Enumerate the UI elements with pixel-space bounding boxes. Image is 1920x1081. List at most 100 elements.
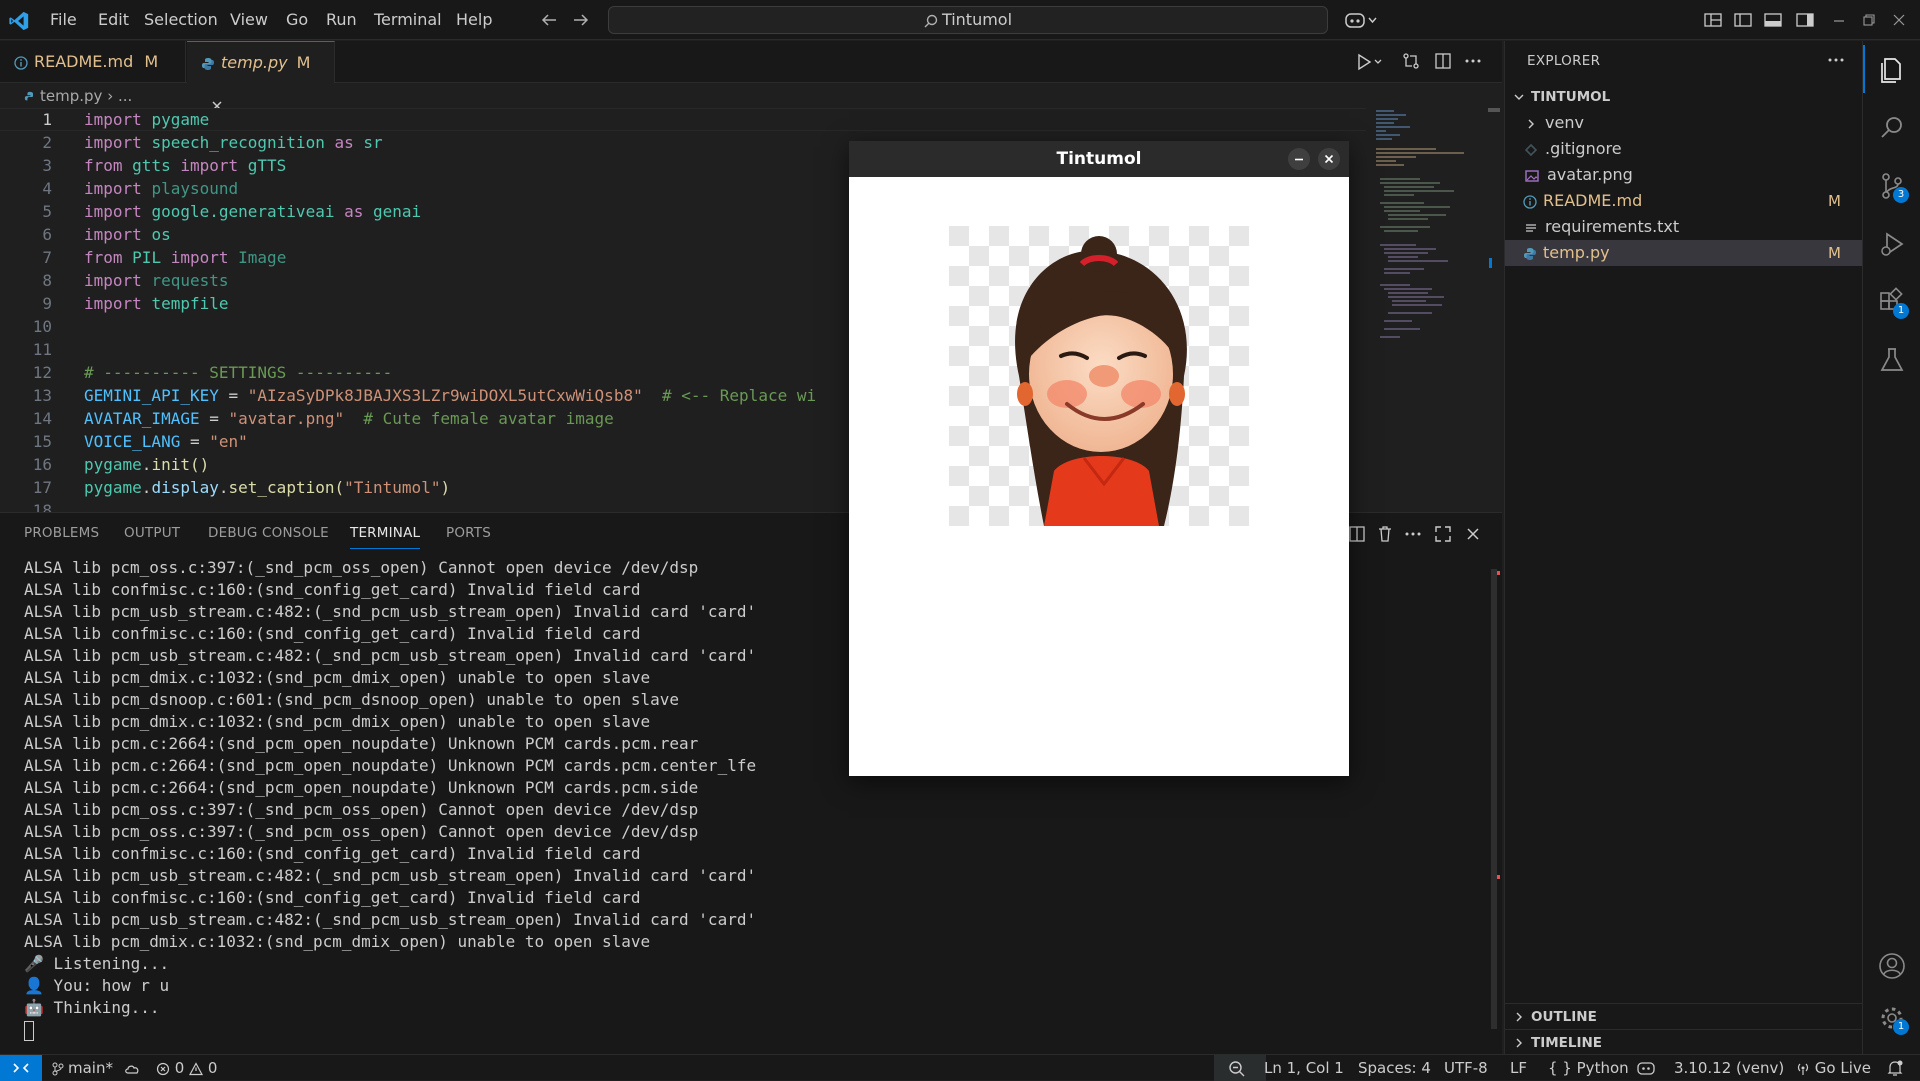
- braces-icon: { }: [1548, 1059, 1572, 1077]
- terminal-scrollbar[interactable]: [1488, 569, 1500, 1047]
- sync-cloud-icon[interactable]: [124, 1062, 140, 1076]
- tab-ports[interactable]: PORTS: [446, 525, 491, 549]
- nav-back-icon[interactable]: [540, 12, 558, 28]
- language-mode[interactable]: { } Python: [1548, 1055, 1629, 1081]
- window-restore-icon[interactable]: [1862, 12, 1876, 28]
- tree-item-readme[interactable]: README.md M: [1505, 188, 1863, 214]
- nav-forward-icon[interactable]: [572, 12, 590, 28]
- problems-indicator[interactable]: 0 0: [156, 1055, 217, 1081]
- status-bar: main* 0 0 Ln 1, Col 1 Spaces: 4 UTF-8 LF…: [0, 1054, 1920, 1081]
- code-line: AVATAR_IMAGE = "avatar.png" # Cute femal…: [84, 409, 614, 428]
- more-actions-icon[interactable]: [1827, 51, 1845, 69]
- open-changes-icon[interactable]: [1402, 52, 1420, 70]
- toggle-primary-sidebar-icon[interactable]: [1734, 12, 1752, 28]
- window-minimize-icon[interactable]: [1832, 12, 1846, 28]
- account-icon[interactable]: [1877, 951, 1907, 981]
- menu-help[interactable]: Help: [448, 0, 500, 40]
- search-icon[interactable]: [1877, 113, 1907, 143]
- notifications-bell-icon[interactable]: [1886, 1055, 1904, 1081]
- python-interpreter[interactable]: 3.10.12 (venv): [1674, 1055, 1784, 1081]
- menu-file[interactable]: File: [42, 0, 85, 40]
- cursor-position[interactable]: Ln 1, Col 1: [1264, 1055, 1344, 1081]
- remote-indicator[interactable]: [0, 1055, 42, 1081]
- tab-output[interactable]: OUTPUT: [124, 525, 180, 549]
- python-file-icon: [1523, 247, 1537, 261]
- window-close-icon[interactable]: [1892, 12, 1906, 28]
- split-terminal-icon[interactable]: [1348, 525, 1366, 543]
- manage-gear-icon[interactable]: 1: [1877, 1003, 1909, 1035]
- extensions-icon[interactable]: 1: [1877, 287, 1909, 319]
- tab-label: temp.py: [221, 53, 288, 72]
- code-line: from gtts import gTTS: [84, 156, 287, 175]
- pygame-window[interactable]: Tintumol: [849, 141, 1349, 776]
- outline-section[interactable]: OUTLINE: [1505, 1003, 1863, 1029]
- menu-run[interactable]: Run: [318, 0, 365, 40]
- tree-item-avatar[interactable]: avatar.png: [1505, 162, 1863, 188]
- breadcrumb-symbols[interactable]: ...: [118, 87, 132, 105]
- copilot-status-icon[interactable]: [1636, 1055, 1656, 1081]
- source-control-badge: 3: [1893, 187, 1909, 203]
- more-actions-icon[interactable]: [1464, 52, 1482, 70]
- run-python-icon[interactable]: [1356, 53, 1384, 71]
- run-debug-icon[interactable]: [1877, 229, 1907, 259]
- toggle-panel-icon[interactable]: [1764, 12, 1782, 28]
- menu-terminal[interactable]: Terminal: [366, 0, 450, 40]
- menu-view[interactable]: View: [222, 0, 276, 40]
- branch-name: main*: [68, 1059, 113, 1077]
- tab-label: README.md: [34, 52, 134, 71]
- go-live-button[interactable]: Go Live: [1796, 1055, 1871, 1081]
- split-editor-icon[interactable]: [1434, 52, 1452, 70]
- command-center-label: Tintumol: [941, 10, 1013, 29]
- toggle-secondary-sidebar-icon[interactable]: [1796, 12, 1814, 28]
- terminal-line: ALSA lib pcm_usb_stream.c:482:(_snd_pcm_…: [24, 866, 757, 885]
- menu-go[interactable]: Go: [278, 0, 316, 40]
- zoom-indicator[interactable]: [1214, 1055, 1266, 1081]
- pygame-window-titlebar[interactable]: Tintumol: [849, 141, 1349, 177]
- encoding[interactable]: UTF-8: [1444, 1055, 1488, 1081]
- menu-selection[interactable]: Selection: [136, 0, 226, 40]
- code-line: import requests: [84, 271, 229, 290]
- branch-indicator[interactable]: main*: [52, 1055, 140, 1081]
- tab-temp-py[interactable]: temp.py M: [187, 41, 335, 111]
- tree-item-label: requirements.txt: [1545, 217, 1680, 236]
- more-actions-icon[interactable]: [1404, 525, 1422, 543]
- copilot-icon[interactable]: [1344, 10, 1380, 30]
- end-of-line[interactable]: LF: [1510, 1055, 1527, 1081]
- line-number: 3: [42, 156, 52, 175]
- tab-terminal[interactable]: TERMINAL: [350, 525, 421, 549]
- tree-item-venv[interactable]: venv: [1505, 110, 1863, 136]
- line-number: 13: [32, 386, 52, 405]
- tree-item-label: .gitignore: [1545, 139, 1622, 158]
- folder-root[interactable]: TINTUMOL: [1505, 84, 1863, 110]
- command-center[interactable]: Tintumol: [608, 6, 1328, 34]
- source-control-icon[interactable]: 3: [1877, 171, 1909, 203]
- testing-flask-icon[interactable]: [1877, 345, 1907, 375]
- terminal-line: ALSA lib pcm_usb_stream.c:482:(_snd_pcm_…: [24, 602, 757, 621]
- git-branch-icon: [52, 1062, 64, 1076]
- tree-item-gitignore[interactable]: .gitignore: [1505, 136, 1863, 162]
- close-panel-icon[interactable]: [1464, 525, 1482, 543]
- tab-readme[interactable]: README.md M: [0, 41, 186, 83]
- code-line: import os: [84, 225, 171, 244]
- trash-icon[interactable]: [1376, 525, 1394, 543]
- explorer-icon[interactable]: [1877, 55, 1907, 85]
- timeline-section[interactable]: TIMELINE: [1505, 1029, 1863, 1055]
- settings-badge: 1: [1893, 1019, 1909, 1035]
- minimap[interactable]: [1372, 108, 1492, 368]
- active-indicator: [1863, 45, 1865, 93]
- indentation[interactable]: Spaces: 4: [1358, 1055, 1431, 1081]
- tree-item-temp-py[interactable]: temp.py M: [1505, 240, 1863, 266]
- error-count: 0: [174, 1059, 185, 1077]
- breadcrumb-file[interactable]: temp.py: [40, 87, 102, 105]
- tree-item-requirements[interactable]: requirements.txt: [1505, 214, 1863, 240]
- line-number: 14: [32, 409, 52, 428]
- tab-debug-console[interactable]: DEBUG CONSOLE: [208, 525, 329, 549]
- editor-scrollbar[interactable]: [1488, 108, 1500, 512]
- maximize-panel-icon[interactable]: [1434, 525, 1452, 543]
- window-minimize-button[interactable]: [1288, 148, 1310, 170]
- customize-layout-icon[interactable]: [1704, 12, 1722, 28]
- tab-problems[interactable]: PROBLEMS: [24, 525, 99, 549]
- window-close-button[interactable]: [1318, 148, 1340, 170]
- menu-edit[interactable]: Edit: [90, 0, 137, 40]
- terminal-line: ALSA lib pcm_oss.c:397:(_snd_pcm_oss_ope…: [24, 800, 699, 819]
